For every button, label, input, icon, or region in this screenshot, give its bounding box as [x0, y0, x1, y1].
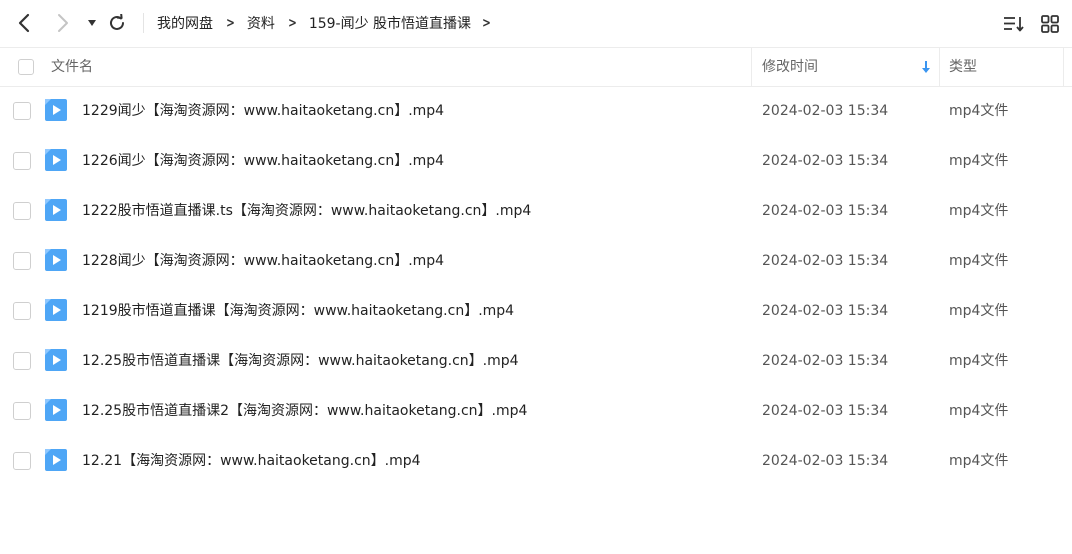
breadcrumb-item-current[interactable]: 159-闻少 股市悟道直播课 — [309, 13, 471, 33]
toolbar-divider — [143, 13, 144, 33]
file-row[interactable]: 1226闻少【海淘资源网：www.haitaoketang.cn】.mp4 20… — [0, 136, 1072, 186]
file-type: mp4文件 — [949, 353, 1009, 369]
file-row[interactable]: 1222股市悟道直播课.ts【海淘资源网：www.haitaoketang.cn… — [0, 186, 1072, 236]
file-modified-time: 2024-02-03 15:34 — [762, 253, 889, 269]
file-modified-time: 2024-02-03 15:34 — [762, 303, 889, 319]
caret-down-icon — [88, 20, 96, 26]
video-file-icon — [45, 149, 67, 171]
forward-button[interactable] — [51, 11, 75, 35]
file-browser-window: 我的网盘 > 资料 > 159-闻少 股市悟道直播课 > 文件名 修改时间 类型… — [0, 0, 1072, 554]
column-divider[interactable] — [1063, 48, 1064, 86]
file-name: 12.25股市悟道直播课【海淘资源网：www.haitaoketang.cn】.… — [82, 353, 519, 369]
file-modified-time: 2024-02-03 15:34 — [762, 403, 889, 419]
file-type: mp4文件 — [949, 153, 1009, 169]
file-type: mp4文件 — [949, 453, 1009, 469]
file-modified-time: 2024-02-03 15:34 — [762, 153, 889, 169]
file-type: mp4文件 — [949, 103, 1009, 119]
sort-list-icon — [1004, 17, 1024, 32]
file-name: 12.25股市悟道直播课2【海淘资源网：www.haitaoketang.cn】… — [82, 403, 528, 419]
file-row[interactable]: 1229闻少【海淘资源网：www.haitaoketang.cn】.mp4 20… — [0, 86, 1072, 136]
row-checkbox[interactable] — [13, 302, 31, 320]
video-file-icon — [45, 449, 67, 471]
video-file-icon — [45, 349, 67, 371]
grid-view-button[interactable] — [1039, 13, 1061, 35]
chevron-right-icon — [58, 14, 68, 32]
file-name: 1222股市悟道直播课.ts【海淘资源网：www.haitaoketang.cn… — [82, 203, 532, 219]
column-header-type[interactable]: 类型 — [949, 48, 977, 86]
video-file-icon — [45, 399, 67, 421]
video-file-icon — [45, 199, 67, 221]
breadcrumb-item-root[interactable]: 我的网盘 — [157, 13, 213, 33]
column-divider[interactable] — [939, 48, 940, 86]
file-row[interactable]: 12.25股市悟道直播课【海淘资源网：www.haitaoketang.cn】.… — [0, 336, 1072, 386]
file-name: 1226闻少【海淘资源网：www.haitaoketang.cn】.mp4 — [82, 153, 445, 169]
history-dropdown-button[interactable] — [80, 11, 104, 35]
sort-button[interactable] — [1003, 13, 1025, 35]
toolbar: 我的网盘 > 资料 > 159-闻少 股市悟道直播课 > — [0, 0, 1072, 46]
file-list: 1229闻少【海淘资源网：www.haitaoketang.cn】.mp4 20… — [0, 86, 1072, 486]
row-checkbox[interactable] — [13, 252, 31, 270]
column-header-name[interactable]: 文件名 — [51, 48, 93, 86]
file-modified-time: 2024-02-03 15:34 — [762, 453, 889, 469]
file-modified-time: 2024-02-03 15:34 — [762, 203, 889, 219]
file-name: 1219股市悟道直播课【海淘资源网：www.haitaoketang.cn】.m… — [82, 303, 515, 319]
file-name: 1228闻少【海淘资源网：www.haitaoketang.cn】.mp4 — [82, 253, 445, 269]
file-type: mp4文件 — [949, 303, 1009, 319]
row-checkbox[interactable] — [13, 402, 31, 420]
file-row[interactable]: 1228闻少【海淘资源网：www.haitaoketang.cn】.mp4 20… — [0, 236, 1072, 286]
file-type: mp4文件 — [949, 403, 1009, 419]
breadcrumb-separator: > — [287, 15, 297, 31]
row-checkbox[interactable] — [13, 352, 31, 370]
row-checkbox[interactable] — [13, 202, 31, 220]
breadcrumb: 我的网盘 > 资料 > 159-闻少 股市悟道直播课 > — [157, 0, 503, 46]
file-name: 1229闻少【海淘资源网：www.haitaoketang.cn】.mp4 — [82, 103, 445, 119]
row-checkbox[interactable] — [13, 102, 31, 120]
back-button[interactable] — [12, 11, 36, 35]
breadcrumb-item-materials[interactable]: 资料 — [247, 13, 275, 33]
file-modified-time: 2024-02-03 15:34 — [762, 353, 889, 369]
file-row[interactable]: 12.21【海淘资源网：www.haitaoketang.cn】.mp4 202… — [0, 436, 1072, 486]
file-type: mp4文件 — [949, 253, 1009, 269]
file-row[interactable]: 1219股市悟道直播课【海淘资源网：www.haitaoketang.cn】.m… — [0, 286, 1072, 336]
breadcrumb-separator: > — [226, 15, 235, 31]
refresh-button[interactable] — [105, 11, 129, 35]
file-name: 12.21【海淘资源网：www.haitaoketang.cn】.mp4 — [82, 453, 421, 469]
select-all-checkbox[interactable] — [18, 59, 34, 75]
file-list-header: 文件名 修改时间 类型 — [0, 47, 1072, 87]
breadcrumb-dropdown-chevron[interactable]: > — [482, 16, 491, 31]
column-header-modified[interactable]: 修改时间 — [762, 48, 818, 86]
refresh-icon — [110, 14, 124, 30]
row-checkbox[interactable] — [13, 152, 31, 170]
column-divider[interactable] — [751, 48, 752, 86]
video-file-icon — [45, 299, 67, 321]
file-row[interactable]: 12.25股市悟道直播课2【海淘资源网：www.haitaoketang.cn】… — [0, 386, 1072, 436]
chevron-left-icon — [18, 13, 30, 33]
grid-view-icon — [1041, 15, 1059, 33]
arrow-down-icon — [922, 61, 930, 73]
video-file-icon — [45, 249, 67, 271]
row-checkbox[interactable] — [13, 452, 31, 470]
file-modified-time: 2024-02-03 15:34 — [762, 103, 889, 119]
file-type: mp4文件 — [949, 203, 1009, 219]
video-file-icon — [45, 99, 67, 121]
